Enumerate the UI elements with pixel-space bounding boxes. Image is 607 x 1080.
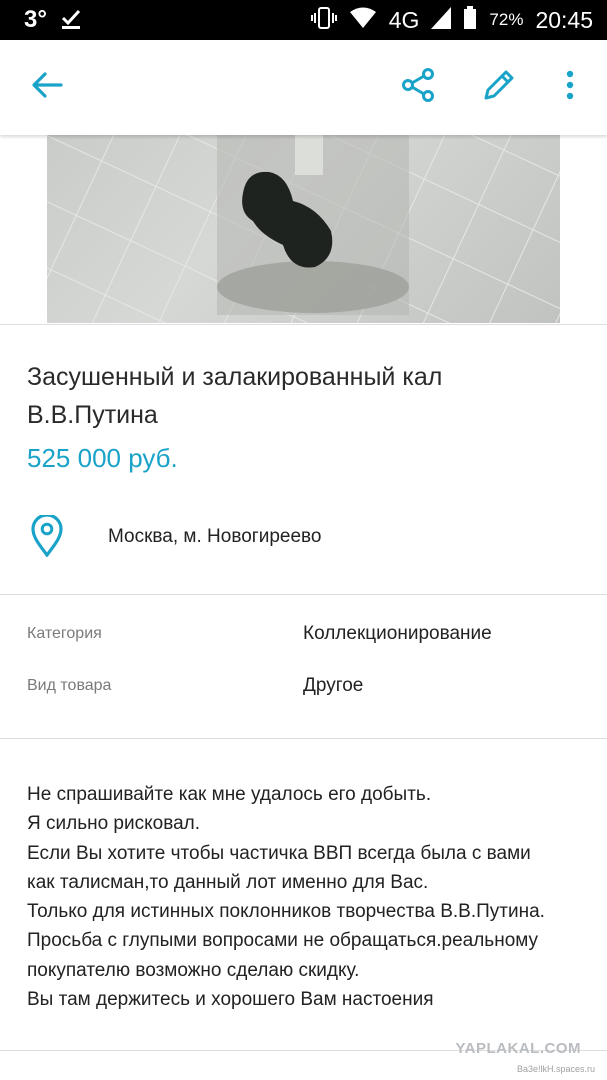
listing-price: 525 000 руб.: [27, 443, 178, 473]
attribute-value-category: Коллекционирование: [303, 623, 492, 644]
battery-icon: [463, 5, 477, 35]
listing-title-line: В.В.Путина: [27, 401, 158, 429]
description-line: покупателю возможно сделаю скидку.: [27, 959, 360, 981]
description-line: Вы там держитесь и хорошего Вам настоени…: [27, 989, 434, 1011]
share-icon: [401, 67, 435, 108]
more-vertical-icon: [565, 69, 575, 106]
more-menu-button[interactable]: [550, 67, 590, 107]
signal-icon: [431, 6, 452, 34]
description-line: Не спрашивайте как мне удалось его добыт…: [27, 784, 432, 805]
divider: [0, 594, 607, 595]
status-bar-left: 3°: [24, 6, 83, 35]
divider: [0, 738, 607, 739]
description-line: Если Вы хотите чтобы частичка ВВП всегда…: [27, 842, 531, 864]
status-bar: 3° 4G 72% 20:45: [0, 0, 607, 40]
arrow-left-icon: [31, 71, 63, 104]
attribute-label-category: Категория: [27, 625, 102, 642]
status-bar-right: 4G 72% 20:45: [310, 5, 593, 35]
listing-title-line: Засушенный и залакированный кал: [27, 363, 443, 391]
attribute-value-item-type: Другое: [303, 675, 364, 696]
watermark-credit: Ba3e!lkH.spaces.ru: [516, 1064, 595, 1074]
description-line: Я сильно рисковал.: [27, 813, 201, 835]
vibrate-icon: [310, 6, 337, 35]
back-button[interactable]: [27, 67, 67, 107]
description-line: как талисман,то данный лот именно для Ва…: [27, 871, 429, 893]
location-pin-icon: [30, 513, 64, 562]
listing-photo[interactable]: [47, 135, 560, 323]
listing-location[interactable]: Москва, м. Новогиреево: [108, 526, 321, 548]
listing-description: Не спрашивайте как мне удалось его добыт…: [27, 780, 597, 1014]
download-complete-icon: [59, 6, 83, 35]
temperature-indicator: 3°: [24, 6, 47, 33]
watermark: YAPLAKAL.COM: [455, 1040, 581, 1057]
description-line: Просьба с глупыми вопросами не обращатьс…: [27, 930, 539, 952]
app-bar: [0, 40, 607, 135]
wifi-icon: [349, 7, 377, 34]
listing-title: Засушенный и залакированный кал В.В.Пути…: [27, 358, 587, 434]
description-line: Только для истинных поклонников творчест…: [27, 901, 545, 923]
share-button[interactable]: [398, 67, 438, 107]
battery-level: 72%: [489, 10, 524, 29]
edit-button[interactable]: [479, 67, 519, 107]
divider: [0, 324, 607, 325]
listing-photo-area: [0, 135, 607, 325]
attribute-label-item-type: Вид товара: [27, 677, 112, 694]
clock: 20:45: [535, 6, 593, 33]
network-type: 4G: [388, 6, 420, 33]
pencil-icon: [481, 67, 517, 108]
